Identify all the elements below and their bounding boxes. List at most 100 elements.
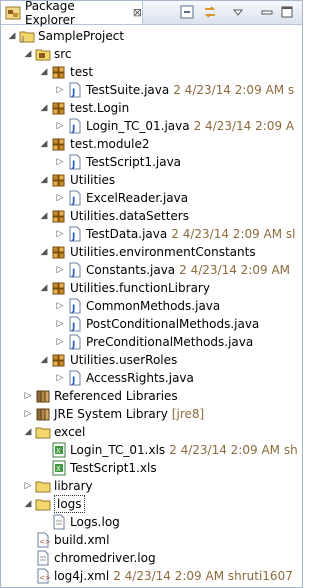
libs-icon bbox=[35, 406, 51, 422]
tree-item-label: library bbox=[54, 479, 93, 493]
svg-text:X: X bbox=[56, 465, 61, 473]
tree-item-testscript1-xls[interactable]: X TestScript1.xls bbox=[1, 459, 302, 477]
srcfolder-icon bbox=[35, 46, 51, 62]
collapsed-arrow-icon[interactable]: ▷ bbox=[23, 477, 33, 495]
tree-item-label: TestScript1.xls bbox=[70, 461, 157, 475]
collapse-all-icon[interactable] bbox=[179, 4, 195, 20]
expanded-arrow-icon[interactable]: ◢ bbox=[39, 207, 49, 225]
collapsed-arrow-icon[interactable]: ▷ bbox=[55, 369, 65, 387]
tree-item-testdata[interactable]: ▷ J TestData.java 2 4/23/14 2:09 AM sl bbox=[1, 225, 302, 243]
view-menu-icon[interactable] bbox=[230, 4, 246, 20]
collapsed-arrow-icon[interactable]: ▷ bbox=[55, 297, 65, 315]
tree-item-label: Utilities bbox=[70, 173, 116, 187]
tree-item-login-tc-01-xls[interactable]: X Login_TC_01.xls 2 4/23/14 2:09 AM sh bbox=[1, 441, 302, 459]
tree-item-label: Utilities.dataSetters bbox=[70, 209, 189, 223]
tree-item-pkg-functionlibrary[interactable]: ◢ Utilities.functionLibrary bbox=[1, 279, 302, 297]
tree-item-label: build.xml bbox=[54, 533, 110, 547]
tree-item-jre-system-library[interactable]: ▷ JRE System Library [jre8] bbox=[1, 405, 302, 423]
svg-text:J: J bbox=[71, 340, 75, 350]
tree-item-label: CommonMethods.java bbox=[86, 299, 221, 313]
package-icon bbox=[51, 172, 67, 188]
tree-item-label: Utilities.environmentConstants bbox=[70, 245, 256, 259]
tree-item-decoration: 2 4/23/14 2:09 AM s bbox=[173, 83, 295, 97]
expanded-arrow-icon[interactable]: ◢ bbox=[39, 351, 49, 369]
tree-item-log4j-xml[interactable]: <> log4j.xml 2 4/23/14 2:09 AM shruti1607 bbox=[1, 567, 302, 585]
tree-item-login-tc-01-java[interactable]: ▷ J Login_TC_01.java 2 4/23/14 2:09 A bbox=[1, 117, 302, 135]
tree-item-label: TestScript1.java bbox=[86, 155, 182, 169]
svg-text:J: J bbox=[71, 196, 75, 206]
collapsed-arrow-icon[interactable]: ▷ bbox=[55, 261, 65, 279]
tree-item-label: AccessRights.java bbox=[86, 371, 194, 385]
tree-item-pkg-test-login[interactable]: ◢ test.Login bbox=[1, 99, 302, 117]
minimize-icon[interactable] bbox=[259, 4, 275, 20]
svg-text:J: J bbox=[71, 322, 75, 332]
expanded-arrow-icon[interactable]: ◢ bbox=[39, 135, 49, 153]
svg-text:J: J bbox=[71, 232, 75, 242]
tree-item-pkg-test[interactable]: ◢ test bbox=[1, 63, 302, 81]
link-with-editor-icon[interactable] bbox=[202, 4, 218, 20]
project-icon: J bbox=[19, 28, 35, 44]
expanded-arrow-icon[interactable]: ◢ bbox=[39, 243, 49, 261]
expanded-arrow-icon[interactable]: ◢ bbox=[39, 279, 49, 297]
maximize-icon[interactable] bbox=[279, 4, 295, 20]
tree-item-logs-log[interactable]: Logs.log bbox=[1, 513, 302, 531]
tree-item-label: logs bbox=[54, 495, 85, 513]
svg-text:X: X bbox=[56, 447, 61, 455]
tree-item-build-xml[interactable]: <> build.xml bbox=[1, 531, 302, 549]
tree-item-label: src bbox=[54, 47, 72, 61]
collapsed-arrow-icon[interactable]: ▷ bbox=[55, 315, 65, 333]
tree-item-pkg-userroles[interactable]: ◢ Utilities.userRoles bbox=[1, 351, 302, 369]
tree-item-logs[interactable]: ◢ logs bbox=[1, 495, 302, 513]
collapsed-arrow-icon[interactable]: ▷ bbox=[23, 405, 33, 423]
tree-item-accessrights[interactable]: ▷ J AccessRights.java bbox=[1, 369, 302, 387]
tree-item-testscript1-java[interactable]: ▷ J TestScript1.java bbox=[1, 153, 302, 171]
tree-item-preconditional[interactable]: ▷ J PreConditionalMethods.java bbox=[1, 333, 302, 351]
tree-item-postconditional[interactable]: ▷ J PostConditionalMethods.java bbox=[1, 315, 302, 333]
tree-item-label: excel bbox=[54, 425, 86, 439]
tree-item-referenced-libraries[interactable]: ▷ Referenced Libraries bbox=[1, 387, 302, 405]
expanded-arrow-icon[interactable]: ◢ bbox=[7, 27, 17, 45]
project-tree[interactable]: ◢ J SampleProject ◢ src ◢ test ▷ J TestSuite.java… bbox=[1, 25, 302, 585]
expanded-arrow-icon[interactable]: ◢ bbox=[39, 99, 49, 117]
svg-text:J: J bbox=[71, 88, 75, 98]
tree-item-label: Login_TC_01.xls 2 4/23/14 2:09 AM sh bbox=[70, 443, 298, 457]
tree-item-src[interactable]: ◢ src bbox=[1, 45, 302, 63]
package-icon bbox=[51, 244, 67, 260]
tree-item-testsuite[interactable]: ▷ J TestSuite.java 2 4/23/14 2:09 AM s bbox=[1, 81, 302, 99]
tree-item-pkg-datasetters[interactable]: ◢ Utilities.dataSetters bbox=[1, 207, 302, 225]
tree-item-label: Referenced Libraries bbox=[54, 389, 178, 403]
svg-text:J: J bbox=[71, 160, 75, 170]
expanded-arrow-icon[interactable]: ◢ bbox=[23, 45, 33, 63]
svg-text:J: J bbox=[21, 35, 24, 43]
tree-item-pkg-test-module2[interactable]: ◢ test.module2 bbox=[1, 135, 302, 153]
java-icon: J bbox=[67, 262, 83, 278]
tree-item-commonmethods[interactable]: ▷ J CommonMethods.java bbox=[1, 297, 302, 315]
collapsed-arrow-icon[interactable]: ▷ bbox=[55, 81, 65, 99]
collapsed-arrow-icon[interactable]: ▷ bbox=[23, 387, 33, 405]
java-icon: J bbox=[67, 370, 83, 386]
tree-item-excelreader[interactable]: ▷ J ExcelReader.java bbox=[1, 189, 302, 207]
tree-item-pkg-envconstants[interactable]: ◢ Utilities.environmentConstants bbox=[1, 243, 302, 261]
package-icon bbox=[51, 136, 67, 152]
expanded-arrow-icon[interactable]: ◢ bbox=[23, 423, 33, 441]
expanded-arrow-icon[interactable]: ◢ bbox=[39, 63, 49, 81]
collapsed-arrow-icon[interactable]: ▷ bbox=[55, 153, 65, 171]
close-icon[interactable]: ⊠ bbox=[133, 6, 142, 19]
package-explorer-tab[interactable]: Package Explorer ⊠ bbox=[1, 1, 143, 27]
java-icon: J bbox=[67, 154, 83, 170]
java-icon: J bbox=[67, 298, 83, 314]
tree-item-library[interactable]: ▷ library bbox=[1, 477, 302, 495]
tree-item-pkg-utilities[interactable]: ◢ Utilities bbox=[1, 171, 302, 189]
collapsed-arrow-icon[interactable]: ▷ bbox=[55, 189, 65, 207]
collapsed-arrow-icon[interactable]: ▷ bbox=[55, 333, 65, 351]
tree-item-sampleproject[interactable]: ◢ J SampleProject bbox=[1, 27, 302, 45]
tree-item-constants[interactable]: ▷ J Constants.java 2 4/23/14 2:09 AM bbox=[1, 261, 302, 279]
expanded-arrow-icon[interactable]: ◢ bbox=[39, 171, 49, 189]
svg-text:<>: <> bbox=[39, 538, 51, 546]
tree-item-chromedriver-log[interactable]: chromedriver.log bbox=[1, 549, 302, 567]
collapsed-arrow-icon[interactable]: ▷ bbox=[55, 225, 65, 243]
tree-item-excel[interactable]: ◢ excel bbox=[1, 423, 302, 441]
collapsed-arrow-icon[interactable]: ▷ bbox=[55, 117, 65, 135]
expanded-arrow-icon[interactable]: ◢ bbox=[23, 495, 33, 513]
package-icon bbox=[51, 280, 67, 296]
